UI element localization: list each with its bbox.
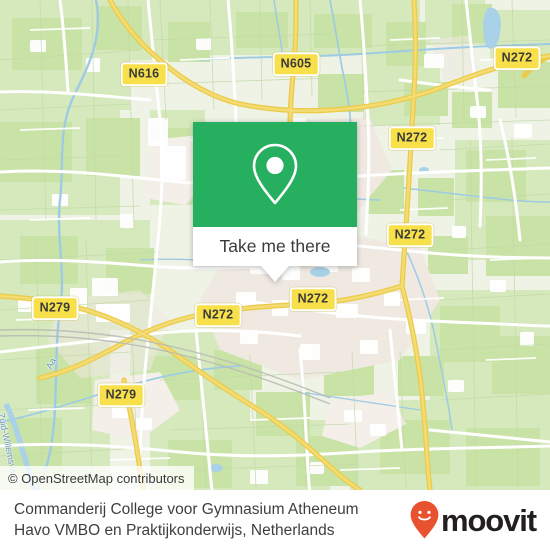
map-pin-icon bbox=[252, 143, 298, 204]
osm-attribution[interactable]: © OpenStreetMap contributors bbox=[0, 466, 194, 490]
road-shield-n279-bottom: N279 bbox=[97, 383, 145, 407]
road-shield-n272-right: N272 bbox=[386, 223, 434, 247]
callout-tail-pointer bbox=[261, 266, 289, 282]
road-shield-n272-topright: N272 bbox=[493, 46, 541, 70]
moovit-smiley-pin-icon bbox=[410, 501, 439, 539]
road-shield-n279-left: N279 bbox=[31, 296, 79, 320]
moovit-brand[interactable]: moovit bbox=[409, 500, 537, 540]
take-me-there-label: Take me there bbox=[219, 235, 331, 256]
place-title: Commanderij College voor Gymnasium Athen… bbox=[14, 499, 359, 542]
place-title-line-1: Commanderij College voor Gymnasium Athen… bbox=[14, 500, 359, 518]
map-canvas[interactable]: N616 N605 N272 N272 N272 N272 N272 N279 … bbox=[0, 0, 550, 490]
place-callout-card[interactable]: Take me there bbox=[193, 122, 357, 282]
place-title-line-2: Havo VMBO en Praktijkonderwijs, Netherla… bbox=[14, 522, 335, 539]
footer-bar: Commanderij College voor Gymnasium Athen… bbox=[0, 490, 550, 550]
moovit-map-screenshot: N616 N605 N272 N272 N272 N272 N272 N279 … bbox=[0, 0, 550, 550]
road-shield-n616: N616 bbox=[120, 62, 168, 86]
road-shield-n605: N605 bbox=[272, 52, 320, 76]
road-shield-n272-upperright: N272 bbox=[388, 126, 436, 150]
moovit-wordmark: moovit bbox=[440, 502, 537, 538]
road-shield-n272-centerleft: N272 bbox=[194, 303, 242, 327]
take-me-there-button[interactable]: Take me there bbox=[193, 227, 357, 282]
callout-pin-area bbox=[193, 122, 357, 227]
osm-attribution-text: © OpenStreetMap contributors bbox=[8, 470, 185, 486]
road-shield-n272-center: N272 bbox=[289, 287, 337, 311]
